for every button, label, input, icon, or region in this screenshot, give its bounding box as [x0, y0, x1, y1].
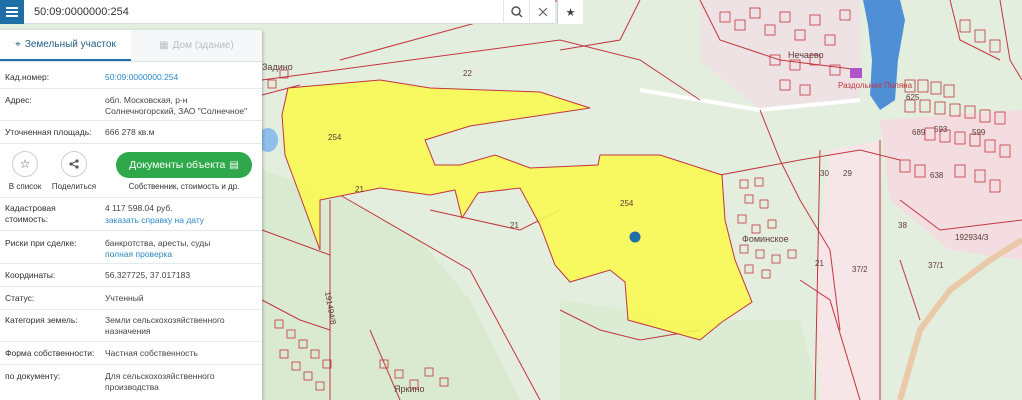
map-label: 30 — [820, 169, 829, 178]
location-marker[interactable] — [629, 231, 641, 243]
divider — [0, 341, 262, 342]
documents-button[interactable]: Документы объекта ▤ — [116, 152, 252, 178]
area-value: 666 278 кв.м — [105, 127, 155, 137]
map-label: Нечаево — [788, 50, 824, 60]
map-label: Яркино — [394, 384, 424, 394]
divider — [0, 230, 262, 231]
cost-value: 4 117 598.04 руб. — [105, 203, 173, 213]
add-to-list-button[interactable]: ☆ — [12, 151, 38, 177]
map-label: 689 — [912, 128, 926, 137]
share-icon — [69, 159, 79, 169]
map-label: 599 — [972, 128, 986, 137]
document-use-label: по документу: — [5, 371, 61, 381]
panel-tabs: ⌖ Земельный участок ▦ Дом (здание) — [0, 30, 262, 62]
map-label: 593 — [934, 125, 948, 134]
ownership-value: Частная собственность — [105, 348, 198, 358]
divider — [0, 364, 262, 365]
menu-button[interactable] — [0, 0, 24, 24]
star-icon: ★ — [565, 5, 576, 19]
status-label: Статус: — [5, 293, 35, 303]
map-label: 638 — [930, 171, 944, 180]
divider — [0, 88, 262, 89]
close-icon — [538, 7, 547, 16]
address-label: Адрес: — [5, 95, 32, 105]
divider — [0, 286, 262, 287]
map-label: 625 — [906, 93, 920, 102]
tab-land-plot[interactable]: ⌖ Земельный участок — [0, 30, 131, 61]
search-input[interactable] — [24, 0, 503, 23]
cost-label: Кадастровая стоимость: — [5, 203, 56, 224]
map-label: 38 — [898, 221, 907, 230]
tab-building-label: Дом (здание) — [172, 40, 234, 51]
map-label: 22 — [463, 69, 472, 78]
coordinates-label: Координаты: — [5, 270, 56, 280]
clear-button[interactable] — [529, 0, 555, 24]
documents-subtitle: Собственник, стоимость и др. — [128, 182, 240, 191]
tab-land-plot-label: Земельный участок — [24, 39, 116, 50]
coordinates-value: 56.327725, 37.017183 — [105, 270, 191, 280]
address-value: обл. Московская, р-н Солнечногорский, ЗА… — [105, 95, 248, 116]
land-category-label: Категория земель: — [5, 315, 78, 325]
poi-icon[interactable] — [850, 68, 862, 78]
favorite-button[interactable]: ★ — [557, 0, 583, 24]
divider — [0, 309, 262, 310]
risk-value: банкротства, аресты, суды — [105, 238, 211, 248]
share-button[interactable] — [61, 151, 87, 177]
cost-link[interactable]: заказать справку на дату — [105, 215, 255, 226]
menu-icon — [6, 6, 18, 17]
area-label: Уточненная площадь: — [5, 127, 92, 137]
building-icon: ▦ — [159, 40, 169, 51]
cad-number-value[interactable]: 50:09:0000000:254 — [105, 72, 255, 83]
map-label: 21 — [355, 185, 364, 194]
land-category-value: Земли сельскохозяйственного назначения — [105, 315, 225, 336]
divider — [0, 120, 262, 121]
divider — [0, 143, 262, 144]
map-label: 21 — [815, 259, 824, 268]
map-label: 21 — [510, 221, 519, 230]
document-icon: ▤ — [229, 159, 239, 171]
ownership-label: Форма собственности: — [5, 348, 95, 358]
map-label: 37/2 — [852, 265, 868, 274]
map-label: Раздольная Поляна — [838, 81, 913, 90]
status-value: Учтенный — [105, 293, 144, 303]
map-label: 192934/3 — [955, 233, 989, 242]
search-icon — [510, 5, 523, 18]
search-button[interactable] — [503, 0, 529, 24]
map-label: 37/1 — [928, 261, 944, 270]
share-label: Поделиться — [51, 182, 97, 191]
tab-building[interactable]: ▦ Дом (здание) — [131, 30, 262, 61]
pin-icon: ⌖ — [15, 39, 21, 50]
risk-label: Риски при сделке: — [5, 238, 77, 248]
info-panel: ⌖ Земельный участок ▦ Дом (здание) Кад.н… — [0, 30, 262, 400]
map-label: 29 — [843, 169, 852, 178]
map-label: Задино — [262, 62, 293, 72]
map-label: Фоминское — [742, 234, 789, 244]
documents-button-label: Документы объекта — [129, 159, 226, 171]
map-label: 254 — [328, 133, 342, 142]
add-to-list-label: В список — [8, 182, 42, 191]
map-label: 254 — [620, 199, 634, 208]
search-bar — [0, 0, 555, 24]
divider — [0, 197, 262, 198]
divider — [0, 263, 262, 264]
risk-link[interactable]: полная проверка — [105, 249, 255, 260]
document-use-value: Для сельскохозяйственного производства — [105, 371, 215, 392]
star-outline-icon: ☆ — [19, 157, 31, 171]
cad-number-label: Кад.номер: — [5, 72, 50, 82]
